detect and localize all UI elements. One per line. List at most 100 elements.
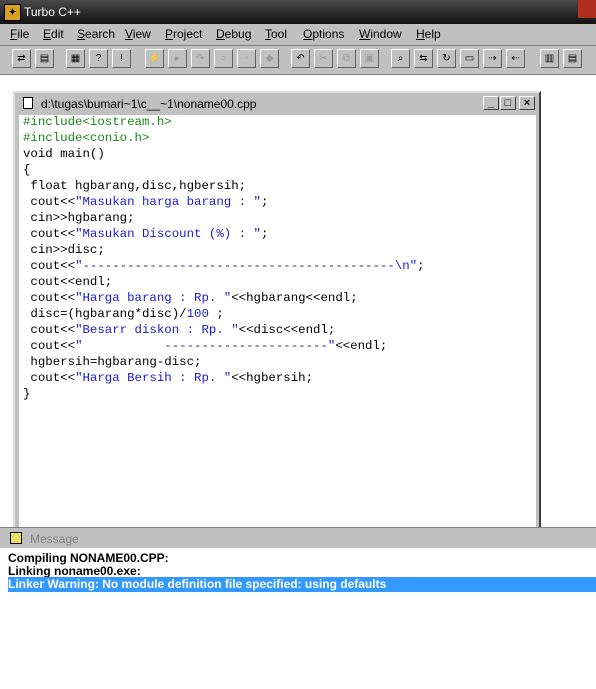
code-line: cout<<"Masukan harga barang : "; [23,195,268,211]
menu-options[interactable]: Options [303,27,344,41]
next-icon[interactable]: ⇢ [483,49,502,68]
code-line: cout<<" ----------------------"<<endl; [23,339,387,355]
search-icon[interactable]: ⌕ [391,49,410,68]
cascade-icon[interactable]: ▤ [563,49,582,68]
code-token: "Harga Bersih : Rp. " [75,371,232,385]
code-token: "---------------------------------------… [75,259,418,273]
code-token: } [23,387,31,401]
window-close-button[interactable] [578,0,596,18]
app-title: Turbo C++ [24,5,81,19]
code-token: #include<iostream.h> [23,115,172,129]
menu-tool[interactable]: Tool [265,27,287,41]
code-token: cout<<endl; [23,275,113,289]
maximize-button[interactable]: □ [500,96,516,110]
code-token: cout<< [23,227,76,241]
code-token: cout<< [23,371,76,385]
menu-edit[interactable]: Edit [43,27,64,41]
code-token: <<hgbersih; [231,371,314,385]
code-line: cin>>disc; [23,243,105,259]
message-title-bar[interactable]: Message [0,528,596,548]
menu-project[interactable]: Project [165,27,202,41]
search-again-icon[interactable]: ↻ [437,49,456,68]
code-line: #include<iostream.h> [23,115,172,131]
code-line: void main() [23,147,105,163]
code-token: 100 [186,307,209,321]
paste-icon[interactable]: ▫ [237,49,256,68]
code-line: cout<<endl; [23,275,112,291]
menu-window[interactable]: Window [359,27,402,41]
code-line: float hgbarang,disc,hgbersih; [23,179,246,195]
message-panel: Message Compiling NONAME00.CPP: Linking n… [0,527,596,689]
run-icon[interactable]: ○ [214,49,233,68]
editor-window: d:\tugas\bumari~1\c__~1\noname00.cpp _ □… [13,91,541,537]
previous-icon[interactable]: ⇠ [506,49,525,68]
code-token: " ----------------------" [75,339,336,353]
step-over-icon[interactable]: ▸ [168,49,187,68]
toolbar: ⇄ ▤ ▦?! ⚡ ▸ ↷ ○ ▫ ◆ ↶ ✂ ⧉ ▣ ⌕ ⇆ ↻ ▭ ⇢ ⇠ ▥ ▤ [0,46,596,75]
code-token: "Masukan harga barang : " [75,195,261,209]
code-token: "Besarr diskon : Rp. " [75,323,239,337]
code-line: } [23,387,30,403]
code-line: cout<<"Harga barang : Rp. "<<hgbarang<<e… [23,291,357,307]
menu-debug[interactable]: Debug [216,27,251,41]
copy-icon[interactable]: ⧉ [337,49,356,68]
code-token: ; [417,259,425,273]
code-token: <<disc<<endl; [238,323,336,337]
message-icon [10,532,22,544]
menu-file[interactable]: File [10,27,29,41]
tile-icon[interactable]: ▥ [540,49,559,68]
browse-icon[interactable]: ▭ [460,49,479,68]
code-token: cout<< [23,195,76,209]
help-icon[interactable]: ? [89,49,108,68]
code-token: cout<< [23,339,76,353]
save-icon[interactable]: ▤ [35,49,54,68]
code-token: <<endl; [335,339,388,353]
info-icon[interactable]: ! [112,49,131,68]
code-token: ; [208,307,224,321]
code-token: ; [260,227,269,241]
document-icon [23,97,33,109]
file-path: d:\tugas\bumari~1\c__~1\noname00.cpp [41,97,257,111]
title-bar: ✦ Turbo C++ [0,0,596,24]
code-line: cout<<"Masukan Discount (%) : "; [23,227,268,243]
code-line: cout<<"---------------------------------… [23,259,425,275]
lightning-icon[interactable]: ⚡ [145,49,164,68]
undo-icon[interactable]: ↶ [291,49,310,68]
code-line: disc=(hgbarang*disc)/100 ; [23,307,224,323]
code-token: #include<conio.h> [23,131,150,145]
code-token: cin>>disc; [23,243,105,257]
breakpoint-icon[interactable]: ◆ [260,49,279,68]
code-line: { [23,163,30,179]
trace-icon[interactable]: ↷ [191,49,210,68]
open-project-icon[interactable]: ⇄ [12,49,31,68]
menu-search[interactable]: Search [77,27,115,41]
minimize-button[interactable]: _ [483,96,499,110]
compile-icon[interactable]: ▦ [66,49,85,68]
close-button[interactable]: × [519,96,535,110]
code-line: cout<<"Besarr diskon : Rp. "<<disc<<endl… [23,323,335,339]
code-token: ; [260,195,269,209]
code-token: float hgbarang,disc,hgbersih; [23,179,247,193]
paste-clipboard-icon[interactable]: ▣ [360,49,379,68]
message-title: Message [30,532,79,546]
editor-title-bar[interactable]: d:\tugas\bumari~1\c__~1\noname00.cpp _ □… [17,95,537,112]
code-line: hgbersih=hgbarang-disc; [23,355,201,371]
code-token: cin>>hgbarang; [23,211,135,225]
menu-bar: File Edit Search View Project Debug Tool Option… [0,24,596,46]
code-token: cout<< [23,259,76,273]
code-line: cout<<"Harga Bersih : Rp. "<<hgbersih; [23,371,313,387]
code-token: cout<< [23,323,76,337]
menu-view[interactable]: View [125,27,151,41]
code-token: "Masukan Discount (%) : " [75,227,261,241]
code-token: disc=(hgbarang*disc)/ [23,307,187,321]
code-line: #include<conio.h> [23,131,149,147]
code-line: cin>>hgbarang; [23,211,135,227]
turbo-cpp-icon[interactable]: ✦ [4,4,21,21]
cut-icon[interactable]: ✂ [314,49,333,68]
message-line[interactable]: Linker Warning: No module definition fil… [8,577,596,592]
code-area[interactable]: #include<iostream.h> #include<conio.h> voi… [19,115,536,533]
code-token: "Harga barang : Rp. " [75,291,232,305]
code-token: hgbersih=hgbarang-disc; [23,355,202,369]
menu-help[interactable]: Help [416,27,441,41]
replace-icon[interactable]: ⇆ [414,49,433,68]
